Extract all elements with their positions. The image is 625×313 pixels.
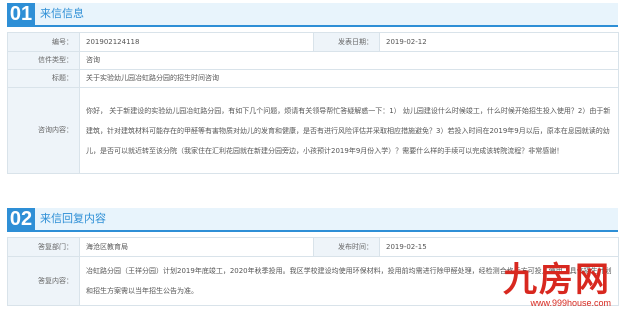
type-label: 信件类型： xyxy=(7,51,80,70)
dept-label: 答复部门： xyxy=(7,237,80,257)
pubdate-value: 2019-02-15 xyxy=(379,237,619,257)
subject-value: 关于实验幼儿园冶虹路分园的招生时间咨询 xyxy=(79,69,619,88)
letter-info-table: 编号： 201902124118 发表日期： 2019-02-12 信件类型： … xyxy=(7,32,619,174)
number-value: 201902124118 xyxy=(79,32,314,52)
pubdate-label: 发布时间： xyxy=(313,237,380,257)
table-row: 咨询内容： 你好， 关于新建设的实验幼儿园冶虹路分园，有如下几个问题，烦请有关领… xyxy=(7,87,619,174)
date-label: 发表日期： xyxy=(313,32,380,52)
subject-label: 标题： xyxy=(7,69,80,88)
section-title: 来信信息 xyxy=(40,7,84,20)
table-row: 答复部门： 海沧区教育局 发布时间： 2019-02-15 xyxy=(7,237,619,257)
section-number: 02 xyxy=(7,208,35,230)
watermark-url: www.999house.com xyxy=(530,298,611,308)
site-watermark: 九房网 www.999house.com xyxy=(503,264,611,309)
content-label: 咨询内容： xyxy=(7,87,80,174)
dept-value: 海沧区教育局 xyxy=(79,237,314,257)
content-value: 你好， 关于新建设的实验幼儿园冶虹路分园，有如下几个问题，烦请有关领导帮忙答疑解… xyxy=(79,87,619,174)
letter-info-section: 01 来信信息 编号： 201902124118 发表日期： 2019-02-1… xyxy=(7,3,619,174)
section-header: 01 来信信息 xyxy=(7,3,618,27)
watermark-logo: 九房网 xyxy=(503,262,611,299)
date-value: 2019-02-12 xyxy=(379,32,619,52)
reply-label: 答复内容： xyxy=(7,256,80,306)
section-header: 02 来信回复内容 xyxy=(7,208,618,232)
number-label: 编号： xyxy=(7,32,80,52)
section-number: 01 xyxy=(7,3,35,25)
table-row: 标题： 关于实验幼儿园冶虹路分园的招生时间咨询 xyxy=(7,69,619,88)
table-row: 编号： 201902124118 发表日期： 2019-02-12 xyxy=(7,32,619,52)
section-title: 来信回复内容 xyxy=(40,212,106,225)
type-value: 咨询 xyxy=(79,51,619,70)
table-row: 信件类型： 咨询 xyxy=(7,51,619,70)
